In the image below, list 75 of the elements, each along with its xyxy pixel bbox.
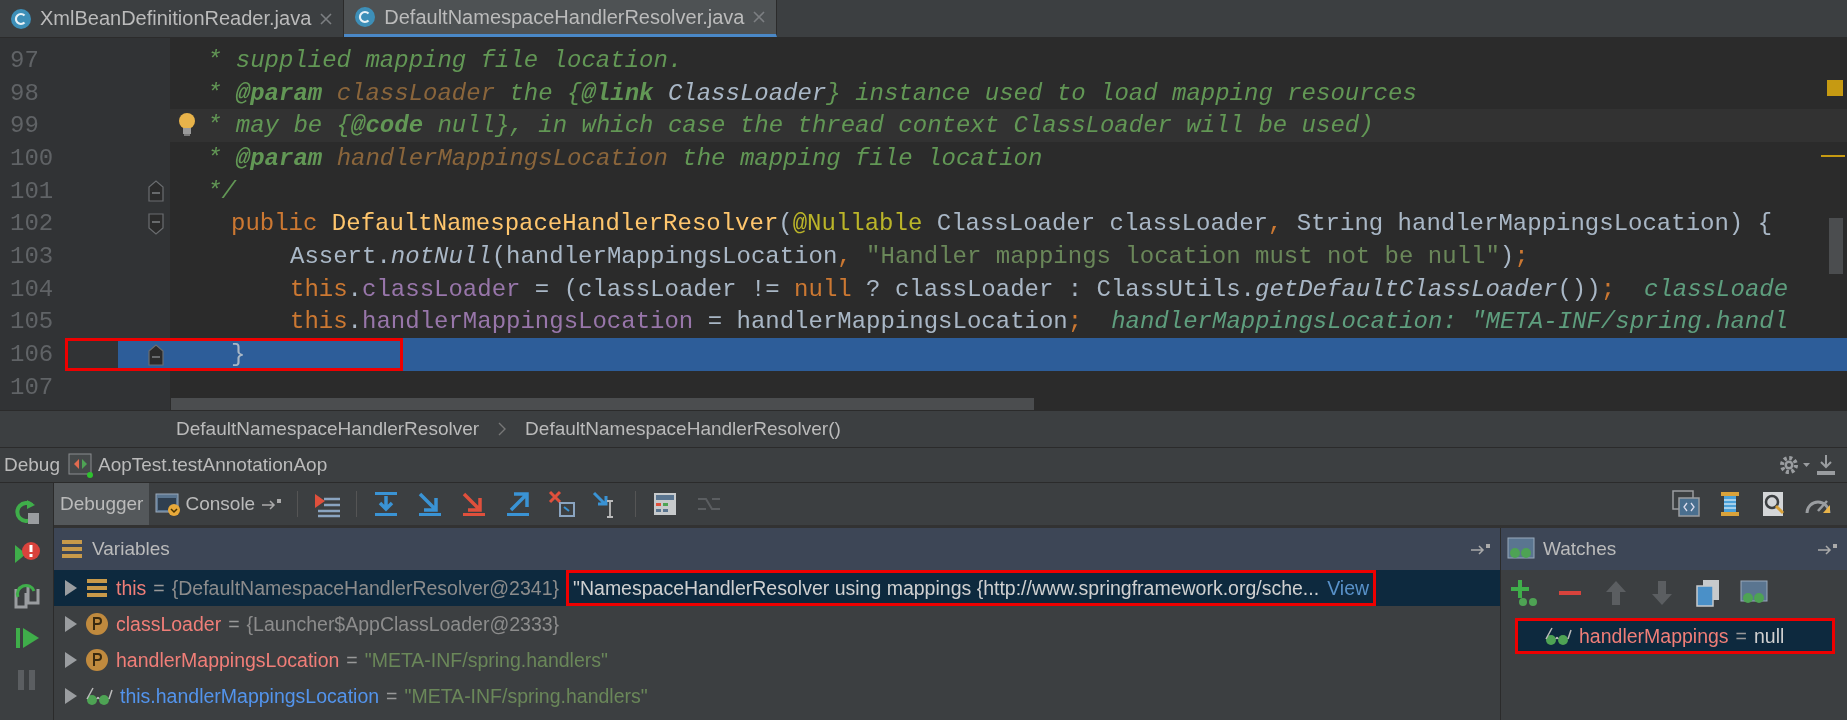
watch-name: handlerMappings <box>1579 624 1729 648</box>
watch-row[interactable]: handlerMappings = null <box>1515 618 1835 654</box>
fold-marker-icon[interactable] <box>148 343 164 366</box>
cross-arrow-icon[interactable] <box>547 489 578 519</box>
class-file-icon <box>354 6 377 28</box>
scrollbar-thumb[interactable] <box>171 398 1034 410</box>
variable-value: {DefaultNamespaceHandlerResolver@2341} <box>171 576 560 600</box>
expand-triangle-icon[interactable] <box>64 615 78 633</box>
assignment-operator: = <box>153 576 165 600</box>
settings-icon[interactable] <box>1777 453 1811 477</box>
assignment-operator: = <box>228 612 240 636</box>
code-line: } <box>231 341 246 369</box>
frames-icon[interactable] <box>1671 489 1701 519</box>
inline-value: handlerMappingsLocation: "META-INF/spring.handl <box>1111 308 1789 336</box>
expand-triangle-icon[interactable] <box>64 651 78 669</box>
fold-marker-icon[interactable] <box>148 180 164 203</box>
view-link[interactable]: View <box>1327 576 1370 600</box>
inline-value: classLoade <box>1644 275 1789 303</box>
pin-icon[interactable] <box>1470 541 1492 557</box>
expand-triangle-icon[interactable] <box>64 687 78 705</box>
variable-name: this.handlerMappingsLocation <box>120 684 380 708</box>
expand-triangle-icon[interactable] <box>64 579 78 597</box>
assignment-operator: = <box>1735 624 1747 648</box>
close-icon[interactable] <box>319 11 334 26</box>
parameter-icon <box>85 612 109 636</box>
variable-name: handlerMappingsLocation <box>116 648 340 672</box>
assignment-operator: = <box>346 648 358 672</box>
variable-row[interactable]: this.handlerMappingsLocation = "META-INF/spring.handlers" <box>54 678 1500 714</box>
pin-icon[interactable] <box>1817 541 1839 557</box>
scrollbar-thumb[interactable] <box>1829 218 1843 274</box>
variable-name: classLoader <box>116 612 222 636</box>
class-file-icon <box>10 7 32 30</box>
chevron-icon <box>497 421 508 437</box>
code-line: this.handlerMappingsLocation = handlerMappingsLocation; <box>290 308 1083 336</box>
variable-value: {Launcher$AppClassLoader@2333} <box>246 612 560 636</box>
glasses-icon <box>1544 625 1572 647</box>
code-line: * @param handlerMappingsLocation the mapping file location <box>207 144 1043 172</box>
code-line: * @param classLoader the {@link ClassLoader} instance used to load mapping resources <box>207 79 1417 107</box>
breadcrumb[interactable]: DefaultNamespaceHandlerResolver() <box>525 418 841 440</box>
variable-name: this <box>116 576 147 600</box>
run-config-name[interactable]: AopTest.testAnnotationAop <box>98 454 328 476</box>
variable-value: "META-INF/spring.handlers" <box>364 648 608 672</box>
object-fields-icon <box>85 577 109 599</box>
panel-title: Debug <box>4 454 60 476</box>
file-tab[interactable]: XmlBeanDefinitionReader.java <box>0 0 345 37</box>
code-line: public DefaultNamespaceHandlerResolver(@Nullable ClassLoader classLoader, String handlerMappingsLocation) { <box>231 210 1773 238</box>
panel-title: Watches <box>1543 538 1617 560</box>
file-tab[interactable]: DefaultNamespaceHandlerResolver.java <box>344 0 778 37</box>
assignment-operator: = <box>386 684 398 708</box>
code-line: Assert.notNull(handlerMappingsLocation, "Handler mappings location must not be null"); <box>290 242 1529 270</box>
code-line: this.classLoader = (classLoader != null ? classLoader : ClassUtils.getDefaultClassLoader()); <box>290 275 1616 303</box>
fold-marker-icon[interactable] <box>148 212 164 235</box>
watches-icon <box>1507 537 1535 561</box>
lightbulb-icon[interactable] <box>178 112 196 139</box>
code-line: * supplied mapping file location. <box>207 46 683 74</box>
variable-row[interactable]: this = {DefaultNamespaceHandlerResolver@2341} "NamespaceHandlerResolver using mappings {http://www.springframework.org/sche... View <box>54 570 1500 606</box>
variable-value: "NamespaceHandlerResolver using mappings {http://www.springframework.org/sche... <box>573 576 1320 600</box>
variable-value: "META-INF/spring.handlers" <box>404 684 648 708</box>
download-icon[interactable] <box>1815 453 1837 477</box>
panel-tab[interactable]: Debugger <box>54 483 150 525</box>
breadcrumb[interactable]: DefaultNamespaceHandlerResolver <box>176 418 480 440</box>
variables-icon <box>60 538 84 560</box>
pin-icon[interactable] <box>261 496 284 512</box>
variable-row[interactable]: classLoader = {Launcher$AppClassLoader@2333} <box>54 606 1500 642</box>
console-icon <box>155 491 182 517</box>
add-watch-icon[interactable] <box>1509 578 1539 608</box>
code-line: */ <box>207 177 236 205</box>
parameter-icon <box>85 648 109 672</box>
run-config-icon <box>68 452 94 478</box>
glasses-icon <box>85 685 113 707</box>
panel-tab[interactable]: Console <box>149 483 262 525</box>
code-line: * may be {@code null}, in which case the thread context ClassLoader will be used) <box>207 112 1374 140</box>
variable-row[interactable]: handlerMappingsLocation = "META-INF/spring.handlers" <box>54 642 1500 678</box>
watch-value: null <box>1754 624 1785 648</box>
panel-title: Variables <box>92 538 170 560</box>
